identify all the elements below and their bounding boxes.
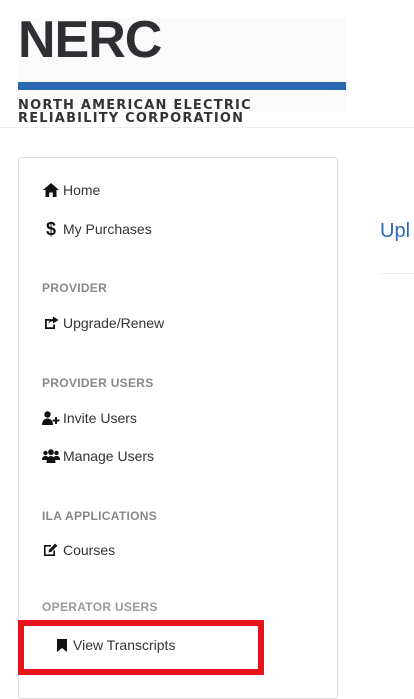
- logo-line-2: RELIABILITY CORPORATION: [18, 111, 245, 126]
- sidebar-item-upgrade-renew[interactable]: Upgrade/Renew: [42, 313, 164, 333]
- header-divider: [0, 127, 414, 128]
- section-header-provider-users: PROVIDER USERS: [42, 376, 154, 390]
- page-title: Upl: [380, 220, 411, 242]
- logo-bar: [18, 82, 346, 90]
- section-header-ila-applications: ILA APPLICATIONS: [42, 509, 158, 523]
- sidebar-item-label: Home: [63, 182, 101, 198]
- sidebar-item-label: Courses: [63, 542, 116, 558]
- sidebar-item-label: Invite Users: [63, 410, 137, 426]
- user-plus-icon: [42, 410, 60, 426]
- sidebar-item-manage-users[interactable]: Manage Users: [42, 446, 154, 466]
- users-icon: [42, 448, 60, 464]
- title-divider: [380, 273, 414, 274]
- edit-icon: [42, 542, 60, 558]
- share-square-icon: [42, 315, 60, 331]
- sidebar-item-label: Upgrade/Renew: [63, 315, 165, 331]
- sidebar-item-label: View Transcripts: [73, 637, 176, 653]
- section-header-operator-users: OPERATOR USERS: [42, 600, 158, 614]
- sidebar-item-home[interactable]: Home: [42, 180, 100, 200]
- sidebar-item-label: Manage Users: [63, 448, 155, 464]
- sidebar-item-courses[interactable]: Courses: [42, 540, 115, 560]
- dollar-icon: $: [45, 219, 56, 239]
- sidebar-item-my-purchases[interactable]: $ My Purchases: [42, 219, 152, 239]
- sidebar-item-view-transcripts[interactable]: View Transcripts: [56, 635, 175, 655]
- section-header-provider: PROVIDER: [42, 281, 108, 295]
- bookmark-icon: [56, 637, 68, 653]
- sidebar-item-invite-users[interactable]: Invite Users: [42, 408, 137, 428]
- nerc-logo[interactable]: NERC NORTH AMERICAN ELECTRIC RELIABILITY…: [18, 11, 346, 126]
- home-icon: [42, 182, 60, 198]
- sidebar-item-label: My Purchases: [63, 221, 152, 237]
- logo-mark: NERC: [18, 11, 162, 69]
